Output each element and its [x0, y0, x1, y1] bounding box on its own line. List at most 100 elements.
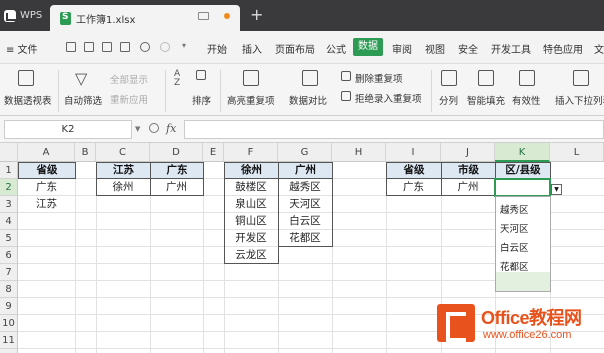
active-cell-k2[interactable] [494, 178, 551, 197]
menu-special[interactable]: 特色应用 [543, 41, 583, 56]
remove-duplicates-button[interactable]: 删除重复项 [355, 71, 403, 85]
cell-j1[interactable]: 市级 [441, 162, 496, 179]
menu-home[interactable]: 开始 [207, 41, 227, 56]
preview-icon[interactable] [120, 42, 130, 52]
menu-developer[interactable]: 开发工具 [491, 41, 531, 56]
split-columns-icon [441, 70, 457, 86]
column-header-k[interactable]: K [495, 143, 550, 162]
menu-view[interactable]: 视图 [425, 41, 445, 56]
row-header-2[interactable]: 2 [0, 179, 18, 196]
row-header-1[interactable]: 1 [0, 162, 18, 179]
show-all-button[interactable]: 全部显示 [110, 72, 148, 86]
column-header-g[interactable]: G [278, 143, 332, 162]
cell-k1[interactable]: 区/县级 [495, 162, 551, 179]
dropdown-empty-option[interactable] [496, 272, 550, 291]
sort-ascending-icon[interactable]: AZ [174, 70, 180, 88]
cell-c1[interactable]: 江苏 [96, 162, 151, 179]
dropdown-option[interactable]: 天河区 [500, 221, 529, 235]
cell-f1[interactable]: 徐州 [224, 162, 279, 179]
column-header-i[interactable]: I [386, 143, 441, 162]
row-header-8[interactable]: 8 [0, 281, 18, 298]
column-header-c[interactable]: C [96, 143, 150, 162]
row-header-7[interactable]: 7 [0, 264, 18, 281]
reject-duplicates-button[interactable]: 拒绝录入重复项 [355, 91, 422, 105]
cell-c2[interactable]: 徐州 [96, 179, 150, 196]
undo-icon[interactable] [140, 42, 150, 52]
menu-data[interactable]: 数据 [353, 38, 383, 56]
column-header-f[interactable]: F [224, 143, 278, 162]
zoom-icon[interactable] [149, 123, 159, 133]
menu-doc[interactable]: 文 [594, 41, 604, 56]
split-columns-button[interactable]: 分列 [439, 93, 458, 107]
redo-icon[interactable] [160, 42, 170, 52]
cell-j2[interactable]: 广州 [441, 179, 495, 196]
column-header-a[interactable]: A [18, 143, 75, 162]
column-header-b[interactable]: B [75, 143, 96, 162]
insert-dropdown-button[interactable]: 插入下拉列表 [555, 93, 604, 107]
cell-f3[interactable]: 泉山区 [224, 196, 278, 213]
copy-icon[interactable] [102, 42, 112, 52]
cell-dropdown-button[interactable]: ▼ [551, 184, 562, 195]
column-header-e[interactable]: E [203, 143, 224, 162]
menu-review[interactable]: 审阅 [392, 41, 412, 56]
row-header-3[interactable]: 3 [0, 196, 18, 213]
cell-a3[interactable]: 江苏 [18, 196, 75, 213]
cell-f5[interactable]: 开发区 [224, 230, 278, 247]
row-header-9[interactable]: 9 [0, 298, 18, 315]
cell-f6[interactable]: 云龙区 [224, 247, 278, 264]
select-all-corner[interactable] [0, 143, 18, 162]
cell-f2[interactable]: 鼓楼区 [224, 179, 278, 196]
row-header-11[interactable]: 11 [0, 332, 18, 349]
sort-descending-icon[interactable] [196, 70, 206, 80]
cell-i2[interactable]: 广东 [386, 179, 441, 196]
column-header-j[interactable]: J [441, 143, 495, 162]
data-compare-button[interactable]: 数据对比 [289, 93, 327, 107]
menu-page-layout[interactable]: 页面布局 [275, 41, 315, 56]
insert-function-button[interactable]: fx [166, 122, 176, 135]
name-box[interactable]: K2 [4, 120, 132, 139]
cell-d2[interactable]: 广州 [150, 179, 203, 196]
highlight-duplicates-button[interactable]: 高亮重复项 [227, 93, 275, 107]
file-menu[interactable]: ≡ 文件 [6, 41, 38, 56]
cell-g3[interactable]: 天河区 [278, 196, 332, 213]
save-icon[interactable] [66, 42, 76, 52]
dropdown-option[interactable]: 白云区 [500, 240, 529, 254]
menu-security[interactable]: 安全 [458, 41, 478, 56]
column-header-l[interactable]: L [550, 143, 604, 162]
remove-duplicates-icon [341, 71, 351, 81]
wps-home-tab[interactable]: WPS [0, 0, 50, 31]
cell-g5[interactable]: 花都区 [278, 230, 332, 247]
cell-g2[interactable]: 越秀区 [278, 179, 332, 196]
auto-filter-button[interactable]: 自动筛选 [64, 93, 102, 107]
menu-formula[interactable]: 公式 [326, 41, 346, 56]
cell-a1[interactable]: 省级 [18, 162, 76, 179]
pivot-table-button[interactable]: 数据透视表 [4, 93, 52, 107]
row-header-12[interactable]: 12 [0, 349, 18, 353]
cell-i1[interactable]: 省级 [386, 162, 442, 179]
column-header-h[interactable]: H [332, 143, 386, 162]
row-header-10[interactable]: 10 [0, 315, 18, 332]
column-header-d[interactable]: D [150, 143, 203, 162]
cell-f4[interactable]: 铜山区 [224, 213, 278, 230]
dropdown-option[interactable]: 越秀区 [500, 202, 529, 216]
file-tab[interactable]: 工作簿1.xlsx [50, 5, 240, 31]
sort-button[interactable]: 排序 [192, 93, 211, 107]
smart-fill-button[interactable]: 智能填充 [467, 93, 505, 107]
formula-input[interactable] [184, 120, 604, 139]
row-header-6[interactable]: 6 [0, 247, 18, 264]
row-header-5[interactable]: 5 [0, 230, 18, 247]
quick-access-dropdown-icon[interactable]: ▾ [182, 41, 186, 50]
new-tab-button[interactable]: + [250, 7, 263, 23]
validity-button[interactable]: 有效性 [512, 93, 541, 107]
print-icon[interactable] [84, 42, 94, 52]
cell-g1[interactable]: 广州 [278, 162, 333, 179]
cell-a2[interactable]: 广东 [18, 179, 75, 196]
cell-g4[interactable]: 白云区 [278, 213, 332, 230]
cell-d1[interactable]: 广东 [150, 162, 204, 179]
monitor-icon[interactable] [198, 12, 209, 20]
row-header-4[interactable]: 4 [0, 213, 18, 230]
reapply-button[interactable]: 重新应用 [110, 92, 148, 106]
dropdown-option[interactable]: 花都区 [500, 259, 529, 273]
menu-insert[interactable]: 插入 [242, 41, 262, 56]
name-box-dropdown-icon[interactable]: ▼ [135, 125, 140, 133]
